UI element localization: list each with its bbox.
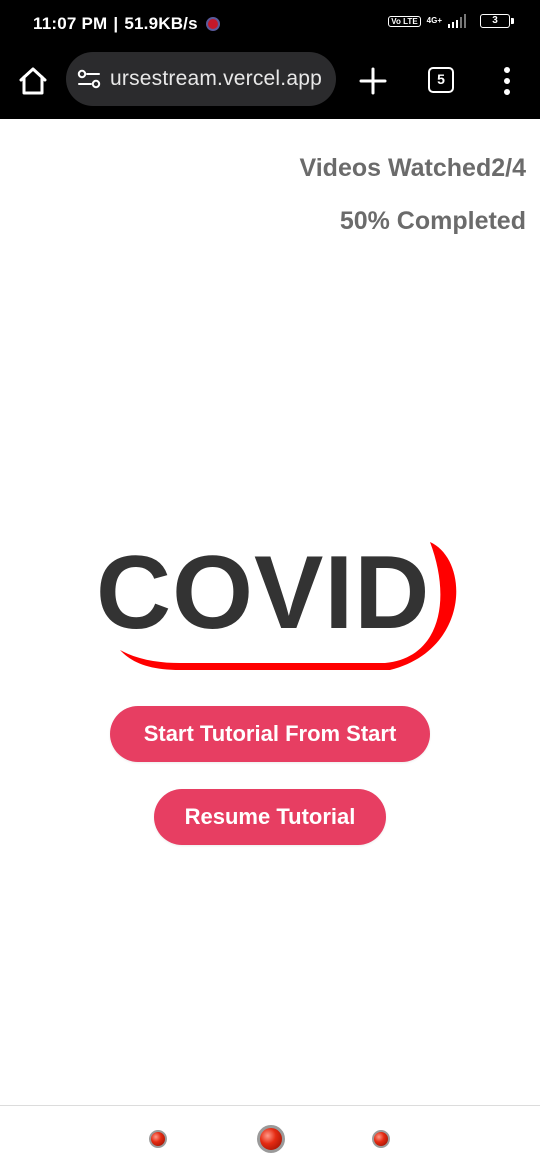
plus-icon[interactable]: [358, 66, 388, 96]
back-icon[interactable]: [372, 1130, 390, 1148]
tab-count: 5: [437, 71, 445, 87]
system-nav-bar: [0, 1106, 540, 1170]
completion-text: 50% Completed: [339, 207, 526, 235]
network-type: 4G+: [426, 16, 442, 25]
clock: 11:07 PM: [33, 14, 108, 33]
start-from-beginning-button[interactable]: Start Tutorial From Start: [110, 706, 430, 762]
address-bar[interactable]: ursestream.vercel.app: [66, 52, 336, 106]
network-speed: 51.9KB/s: [124, 14, 198, 33]
home-nav-icon[interactable]: [257, 1125, 285, 1153]
progress-panel: Videos Watched2/4 50% Completed: [300, 150, 526, 239]
resume-tutorial-button[interactable]: Resume Tutorial: [154, 789, 386, 845]
battery-level: 3: [492, 15, 498, 26]
site-settings-icon[interactable]: [76, 66, 102, 92]
status-right: Vo LTE 4G+ 3: [388, 14, 514, 28]
battery-icon: 3: [480, 14, 514, 28]
tab-switcher-icon[interactable]: 5: [428, 67, 454, 93]
signal-icon: [448, 14, 466, 28]
volte-icon: Vo LTE: [388, 15, 421, 27]
browser-toolbar: ursestream.vercel.app 5: [0, 46, 540, 119]
status-left: 11:07 PM | 51.9KB/s: [33, 14, 220, 34]
videos-watched-label: Videos Watched: [299, 154, 492, 182]
recents-icon[interactable]: [149, 1130, 167, 1148]
recording-icon: [205, 17, 220, 31]
videos-watched-value: 2/4: [491, 154, 526, 182]
status-separator: |: [113, 14, 119, 33]
status-bar: 11:07 PM | 51.9KB/s Vo LTE 4G+ 3: [0, 0, 540, 46]
more-vert-icon[interactable]: [496, 65, 518, 97]
covid-logo: COVID: [90, 520, 470, 690]
logo-text: COVID: [96, 535, 431, 651]
videos-watched: Videos Watched2/4: [300, 150, 526, 186]
home-icon[interactable]: [16, 64, 50, 98]
url-text[interactable]: ursestream.vercel.app: [110, 67, 322, 91]
